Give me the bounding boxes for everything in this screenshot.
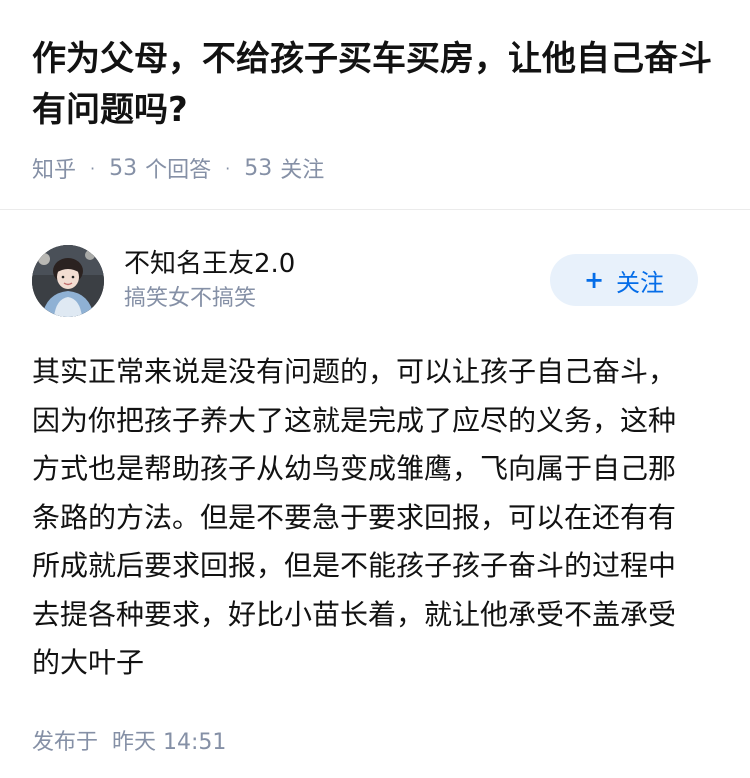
separator-dot: · [90, 158, 96, 178]
answers-label[interactable]: 个回答 [145, 152, 211, 184]
follow-button[interactable]: + 关注 [550, 254, 698, 306]
source-label[interactable]: 知乎 [32, 152, 76, 184]
publish-time: 昨天 14:51 [112, 729, 227, 755]
separator-dot: · [225, 158, 231, 178]
answer-card: 不知名王友2.0 搞笑女不搞笑 + 关注 其实正常来说是没有问题的，可以让孩子自… [0, 244, 750, 756]
plus-icon: + [583, 266, 605, 294]
answer-content[interactable]: 其实正常来说是没有问题的，可以让孩子自己奋斗，因为你把孩子养大了这就是完成了应尽… [32, 348, 702, 688]
divider [0, 209, 750, 210]
answer-text: 其实正常来说是没有问题的，可以让孩子自己奋斗，因为你把孩子养大了这就是完成了应尽… [32, 355, 677, 679]
follow-button-label: 关注 [616, 268, 665, 297]
question-title[interactable]: 作为父母，不给孩子买车买房，让他自己奋斗有问题吗? [32, 34, 718, 136]
question-meta: 知乎 · 53 个回答 · 53 关注 [32, 151, 718, 185]
question-header: 作为父母，不给孩子买车买房，让他自己奋斗有问题吗? 知乎 · 53 个回答 · … [0, 0, 750, 185]
answers-count: 53 [109, 155, 138, 181]
author-name[interactable]: 不知名王友2.0 [124, 247, 295, 281]
followers-count: 53 [244, 155, 273, 181]
publish-label: 发布于 [32, 729, 99, 755]
author-bio: 搞笑女不搞笑 [124, 286, 257, 311]
author-info: 不知名王友2.0 搞笑女不搞笑 [124, 247, 295, 315]
publish-info: 发布于 昨天 14:51 [32, 724, 718, 756]
followers-label[interactable]: 关注 [280, 152, 324, 184]
avatar-image [32, 245, 104, 317]
avatar-photo[interactable] [32, 245, 104, 317]
author-row: 不知名王友2.0 搞笑女不搞笑 + 关注 [32, 244, 718, 318]
